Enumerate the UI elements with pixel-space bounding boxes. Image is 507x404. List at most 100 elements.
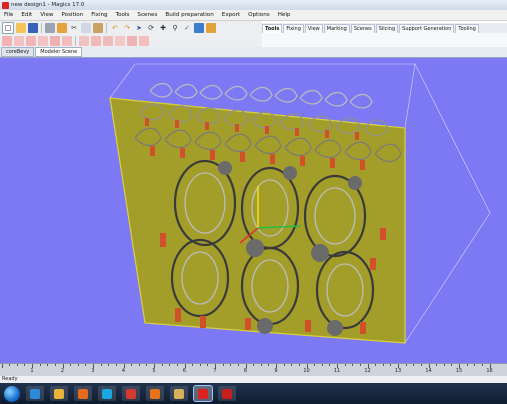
document-tab-bar: coreBevy Modeler Scene [0,47,507,58]
ribbon-panel [262,33,507,48]
import-icon[interactable] [57,23,67,33]
shell-icon[interactable] [139,36,149,46]
explorer2-icon [174,388,184,399]
menu-view[interactable]: View [36,12,57,18]
pdf-icon [222,388,232,399]
menu-file[interactable]: File [0,12,17,18]
menu-position[interactable]: Position [58,12,88,18]
scale-icon[interactable] [38,36,48,46]
mirror-icon[interactable] [14,36,24,46]
rotate-icon[interactable]: ⟳ [146,23,156,33]
paste-icon[interactable] [93,23,103,33]
ruler-tick [314,364,316,366]
taskbar-explorer2-button[interactable] [170,386,188,401]
ruler-tick [443,364,445,366]
ruler-tick [131,364,133,366]
ruler-tick [268,364,270,366]
taskbar-explorer-button[interactable] [50,386,68,401]
toolbar-separator [75,36,76,46]
ribbon-tab-bar: Tools Fixing View Marking Scenes Slicing… [262,23,507,33]
menu-edit[interactable]: Edit [17,12,36,18]
new-icon[interactable]: □ [2,22,14,34]
title-bar: new design1 - Magics 17.0 [0,0,507,10]
cut-icon[interactable]: ✂ [69,23,79,33]
taskbar-skype-button[interactable] [98,386,116,401]
zoom-icon[interactable]: ⚲ [170,23,180,33]
transform-icon[interactable] [2,36,12,46]
tab-modeler-scene[interactable]: Modeler Scene [35,47,83,57]
ruler-tick [24,364,26,366]
ruler-label: 7 [213,368,217,374]
ruler-tick [291,364,293,366]
menu-build-preparation[interactable]: Build preparation [161,12,217,18]
3d-viewport[interactable] [0,58,507,363]
ruler-tick [481,364,483,366]
select-icon[interactable]: ➤ [134,23,144,33]
print-icon[interactable] [45,23,55,33]
taskbar-ie-button[interactable] [26,386,44,401]
menu-options[interactable]: Options [244,12,274,18]
taskbar-pdf-button[interactable] [218,386,236,401]
taskbar-magics-button[interactable] [193,385,213,402]
taskbar-chrome-button[interactable] [122,386,140,401]
media-player-icon [78,388,88,399]
undo-icon[interactable]: ↶ [110,23,120,33]
tab-scenes[interactable]: Scenes [350,24,375,33]
scene-canvas[interactable] [0,58,507,363]
menu-tools[interactable]: Tools [112,12,134,18]
ruler-tick [70,364,72,366]
menu-export[interactable]: Export [218,12,244,18]
ruler-label: 5 [152,368,156,374]
ruler-label: 8 [243,368,248,374]
duplicate-icon[interactable] [26,36,36,46]
tab-tooling[interactable]: Tooling [455,24,479,33]
start-button[interactable] [4,385,20,402]
ruler-tick [413,364,415,366]
label-icon[interactable] [103,36,113,46]
open-icon[interactable] [16,23,26,33]
tab-slicing[interactable]: Slicing [375,24,399,33]
ruler-tick [230,364,232,366]
tab-tools[interactable]: Tools [262,24,283,33]
cut-part-icon[interactable] [50,36,60,46]
chrome-icon [126,388,136,399]
tab-corebevy[interactable]: coreBevy [1,47,35,57]
menu-scenes[interactable]: Scenes [133,12,161,18]
ruler-label: 2 [60,368,65,374]
check-icon[interactable] [194,23,204,33]
view-icon[interactable] [206,23,216,33]
ie-icon [30,388,40,399]
ruler-tick [115,364,117,366]
ruler-tick [47,364,49,366]
tab-view[interactable]: View [304,24,323,33]
ruler-tick [9,364,11,366]
windows-taskbar [0,383,507,404]
ruler-tick [329,364,331,366]
tab-fixing[interactable]: Fixing [283,24,304,33]
measure-icon[interactable]: ✓ [182,23,192,33]
merge-icon[interactable] [115,36,125,46]
ruler-tick [375,364,377,366]
menu-fixing[interactable]: Fixing [87,12,111,18]
split-icon[interactable] [127,36,137,46]
boolean-icon[interactable] [91,36,101,46]
ruler-label: 6 [182,368,187,374]
menu-help[interactable]: Help [274,12,295,18]
taskbar-firefox-button[interactable] [146,386,164,401]
redo-icon[interactable]: ↷ [122,23,132,33]
hollow-icon[interactable] [62,36,72,46]
copy-icon[interactable] [81,23,91,33]
move-icon[interactable]: ✚ [158,23,168,33]
offset-icon[interactable] [79,36,89,46]
firefox-icon [150,388,160,399]
ruler-tick [390,364,392,366]
toolbar-separator [106,23,107,33]
save-icon[interactable] [28,23,38,33]
taskbar-media-player-button[interactable] [74,386,92,401]
horizontal-ruler: 1 2 3 4 5 6 7 8 9 10 11 12 13 14 15 16 [0,363,507,377]
tab-marking[interactable]: Marking [323,24,350,33]
ruler-tick [405,364,407,366]
ruler-label: 13 [394,368,402,374]
tab-support-generation[interactable]: Support Generation [399,24,455,33]
ruler-tick [237,364,239,366]
